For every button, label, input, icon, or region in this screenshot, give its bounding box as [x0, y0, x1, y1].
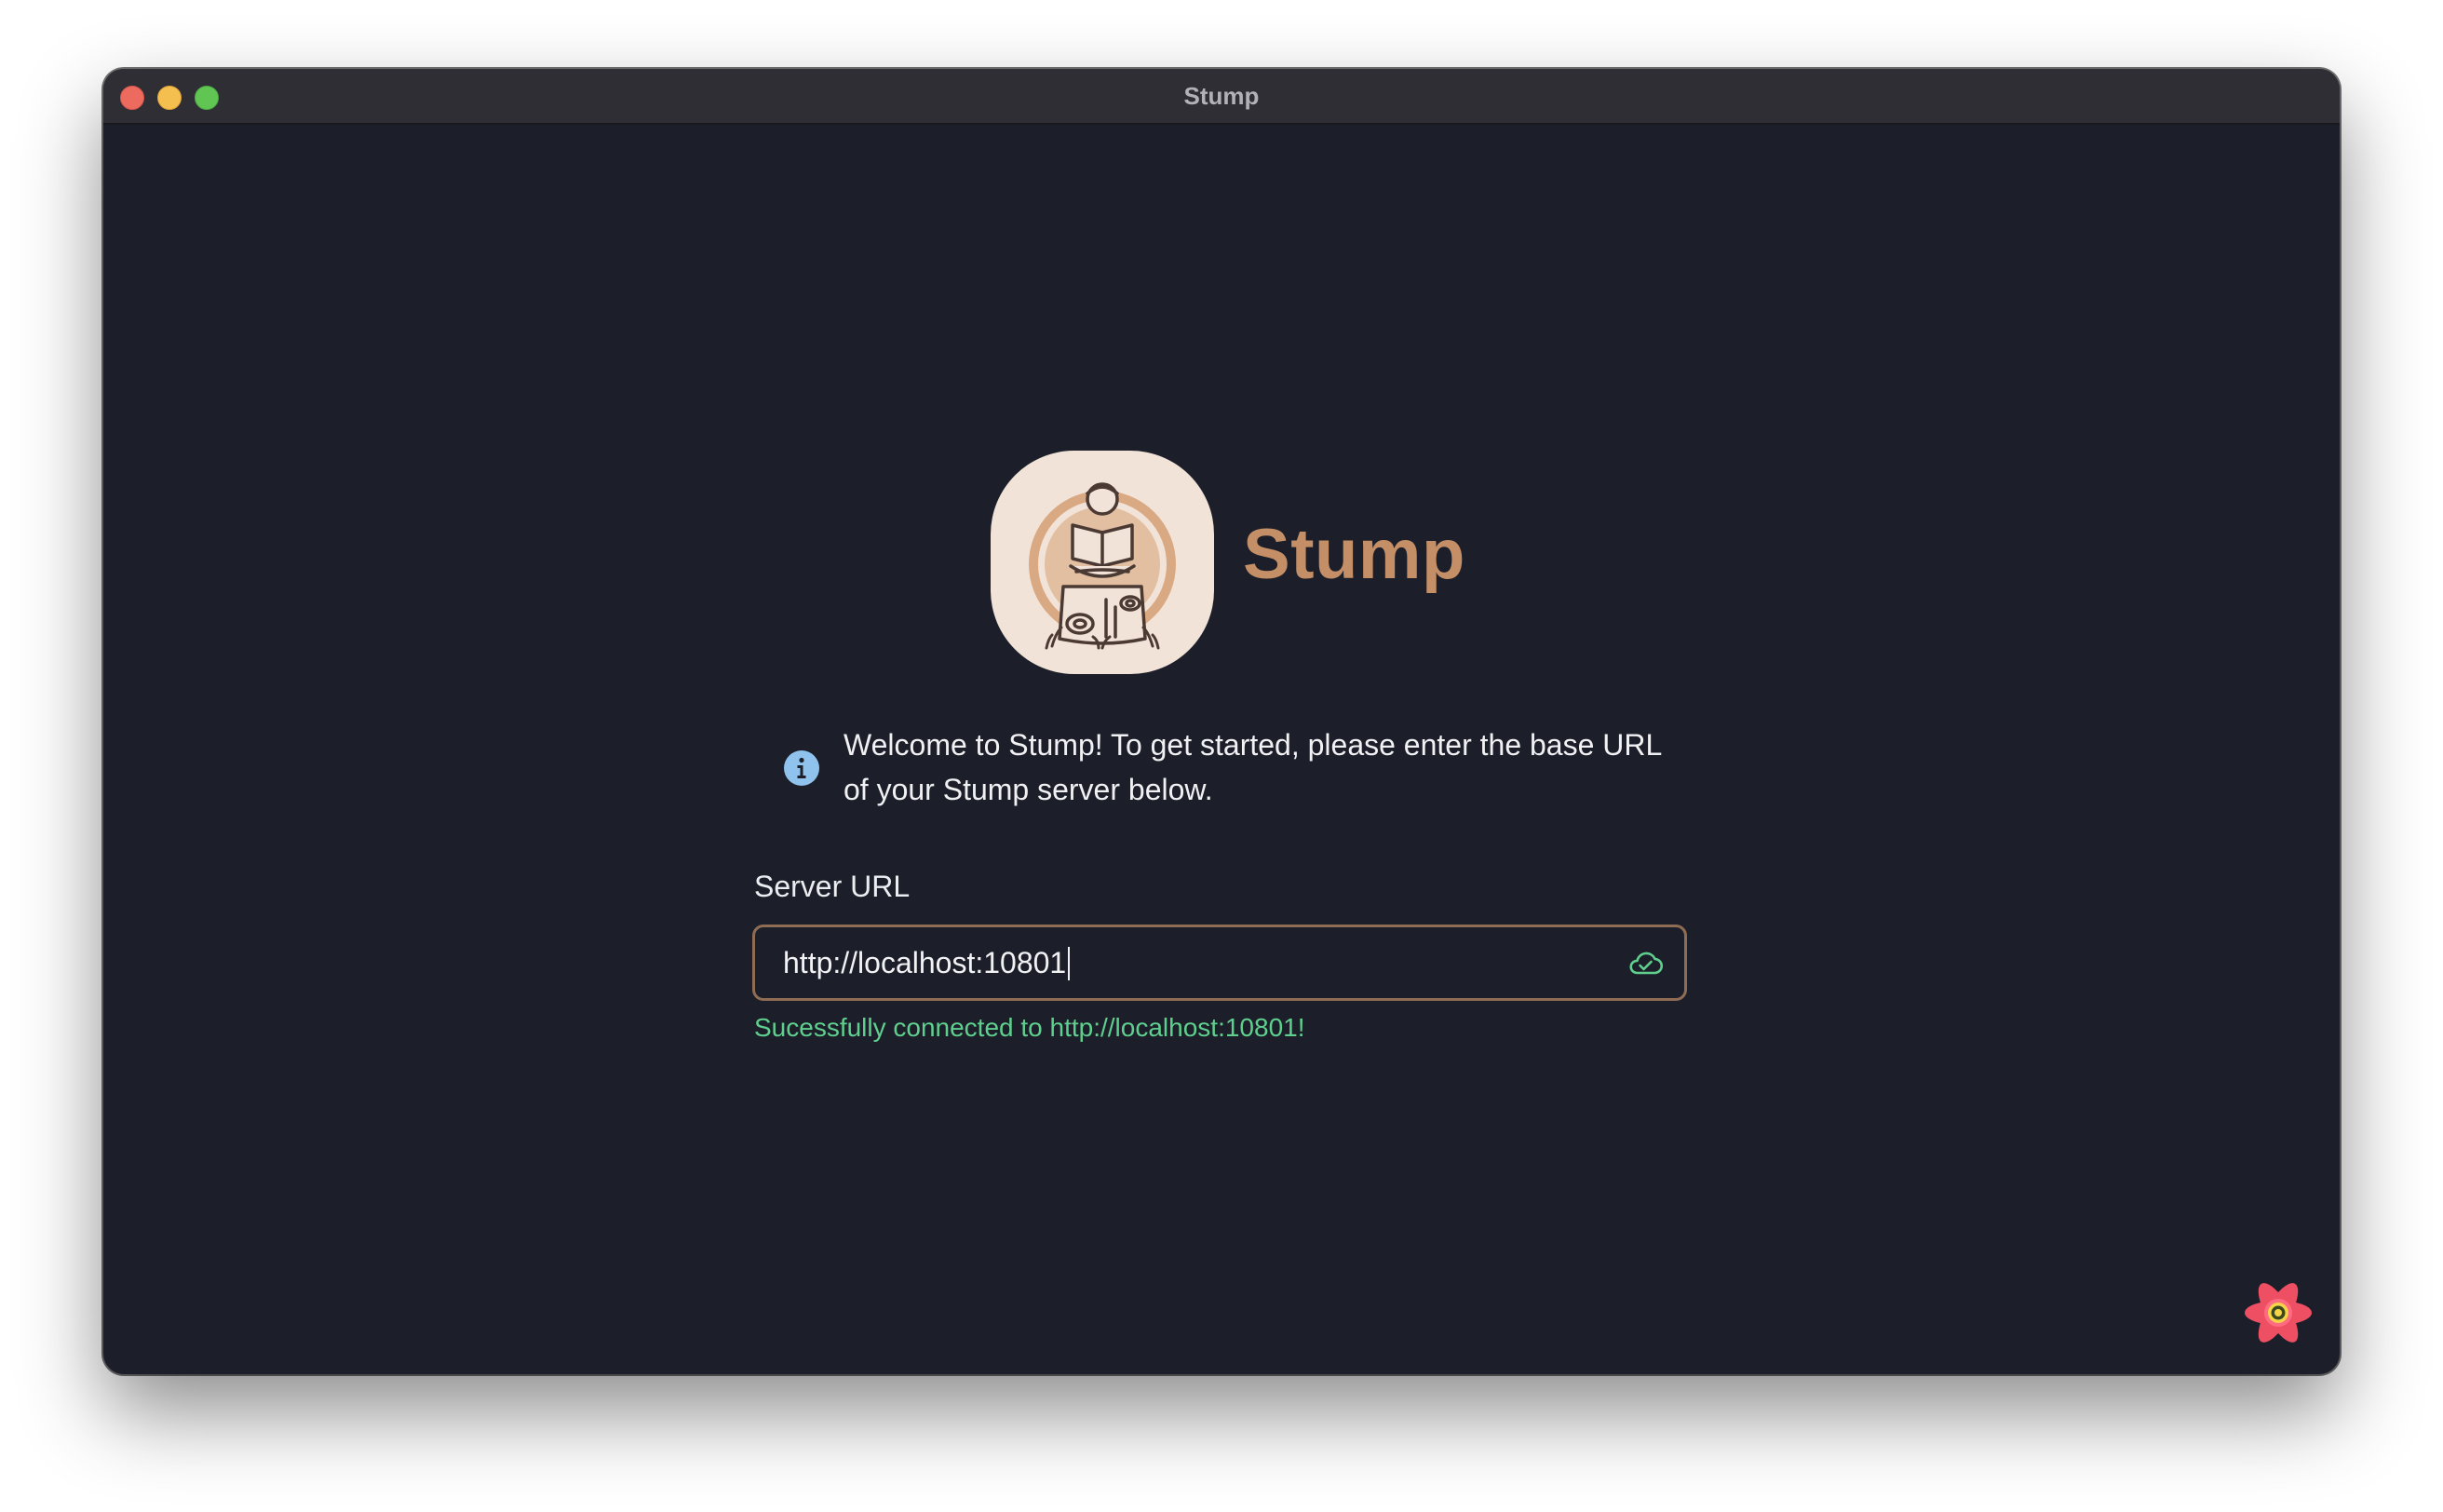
connection-status-message: Sucessfully connected to http://localhos…	[754, 1013, 1305, 1042]
server-url-value[interactable]: http://localhost:10801	[783, 927, 1071, 998]
info-icon	[784, 750, 819, 786]
brand-name: Stump	[1243, 515, 1465, 594]
server-url-text: http://localhost:10801	[783, 946, 1067, 979]
stump-logo-icon	[991, 451, 1214, 674]
window-title: Stump	[1183, 82, 1260, 110]
title-bar[interactable]: Stump	[103, 69, 2340, 125]
stump-reader-logo-icon	[1029, 482, 1176, 650]
welcome-message: Welcome to Stump! To get started, please…	[844, 728, 1662, 806]
app-window: Stump Stump Welcome to Stump! To get sta…	[103, 69, 2340, 1374]
text-caret	[1068, 946, 1071, 980]
react-query-devtools-icon[interactable]	[2241, 1276, 2315, 1350]
server-url-label: Server URL	[754, 870, 911, 903]
cloud-check-icon	[1629, 952, 1664, 975]
server-url-input[interactable]: http://localhost:10801	[752, 925, 1687, 1001]
desktop-backdrop: Stump Stump Welcome to Stump! To get sta…	[0, 0, 2443, 1512]
